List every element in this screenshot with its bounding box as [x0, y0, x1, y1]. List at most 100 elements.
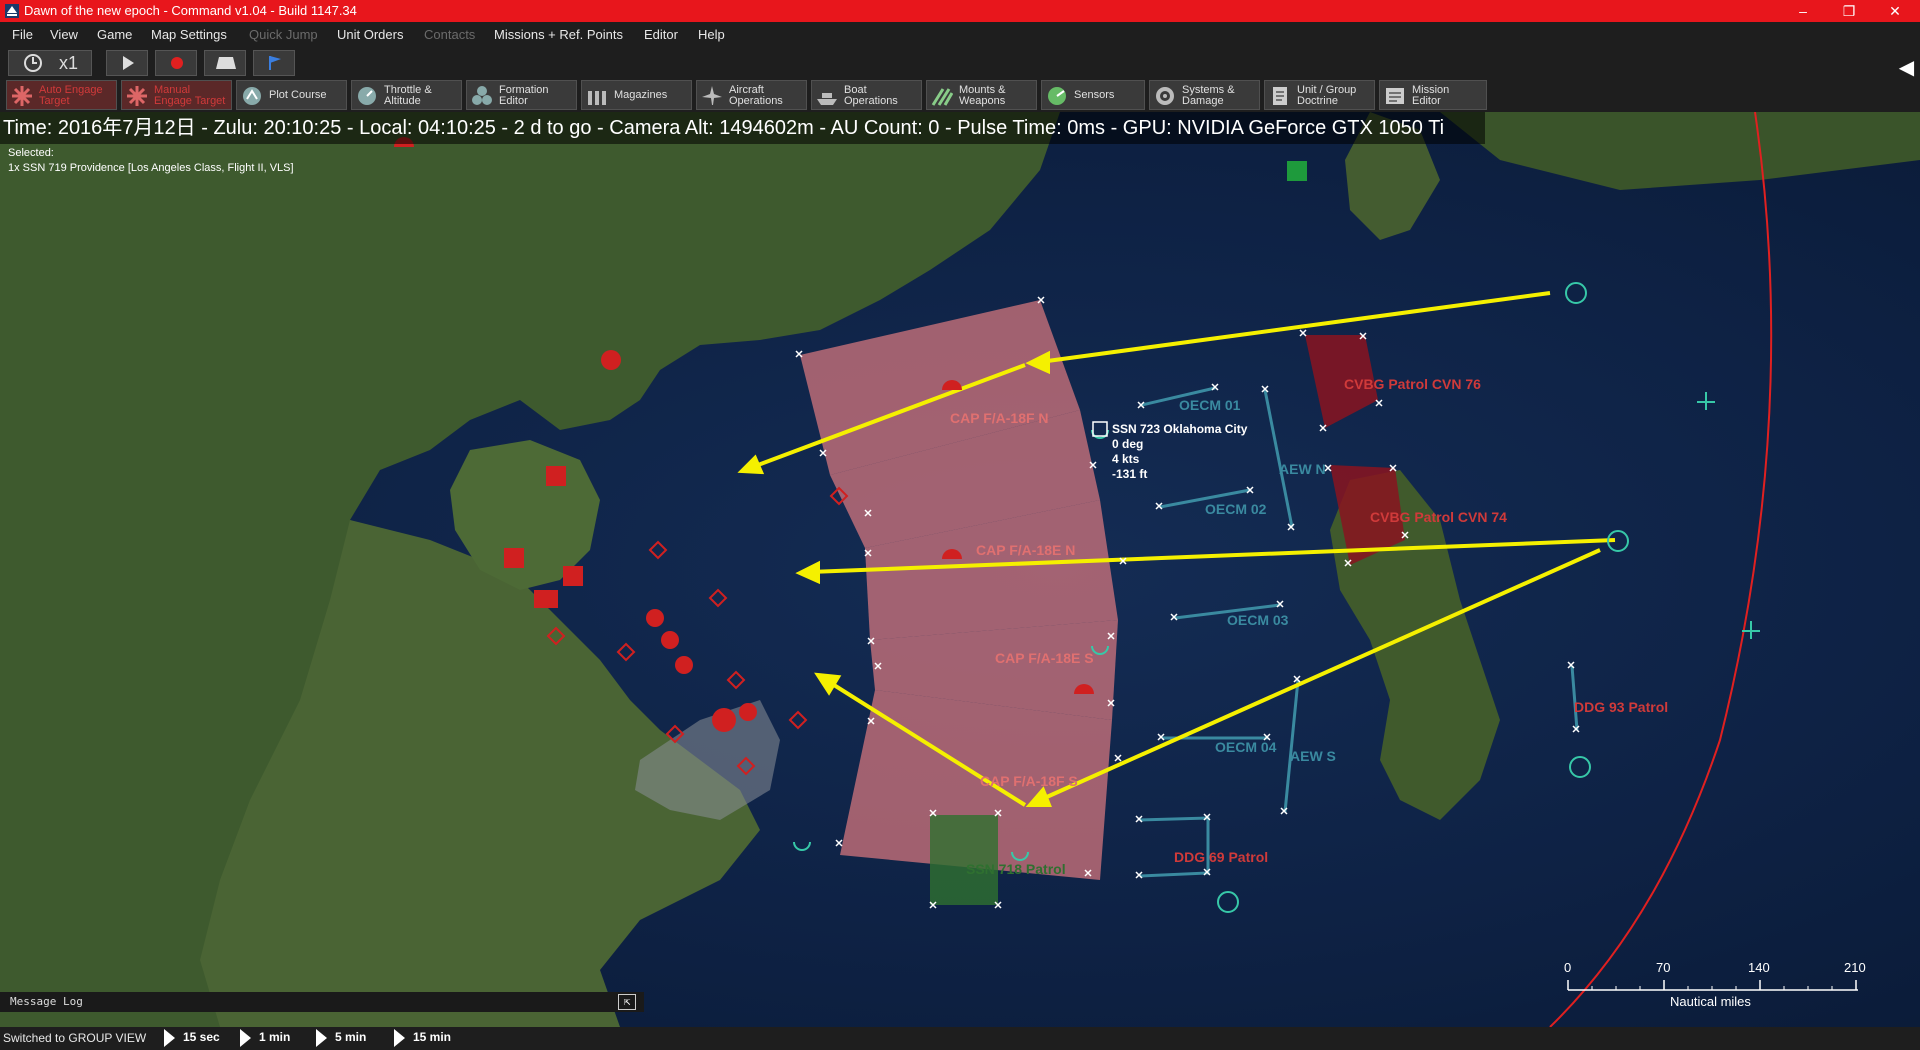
status-line: Time: 2016年7月12日 - Zulu: 20:10:25 - Loca… [0, 112, 1485, 144]
time-step-15min[interactable]: 15 min [394, 1029, 451, 1048]
restore-button[interactable]: ❐ [1826, 0, 1872, 22]
waypoint[interactable] [1375, 399, 1383, 407]
scale-tick-140: 140 [1748, 960, 1770, 975]
menu-contacts[interactable]: Contacts [424, 27, 475, 42]
auto-engage-button[interactable]: Auto Engage Target [6, 80, 117, 110]
waypoint[interactable] [795, 350, 803, 358]
play-button[interactable] [106, 50, 148, 76]
ddg-93-line [1570, 665, 1579, 731]
message-log-expand-icon[interactable]: ⇱ [618, 994, 636, 1010]
attack-arrow-1 [1039, 291, 1551, 364]
waypoint[interactable] [1037, 296, 1045, 304]
friendly-ship-icon[interactable] [1217, 891, 1239, 913]
time-step-15sec[interactable]: 15 sec [164, 1029, 220, 1048]
play-step-icon [240, 1029, 251, 1047]
oecm-03-label: OECM 03 [1227, 612, 1289, 628]
systems-damage-button[interactable]: Systems & Damage [1149, 80, 1260, 110]
menu-game[interactable]: Game [97, 27, 132, 42]
magazines-button[interactable]: Magazines [581, 80, 692, 110]
hostile-facility-icon[interactable] [712, 708, 736, 732]
time-step-1min[interactable]: 1 min [240, 1029, 290, 1048]
hostile-base-icon[interactable] [563, 566, 583, 586]
friendly-aircraft-icon[interactable] [1697, 392, 1715, 410]
hostile-sam-icon[interactable] [675, 656, 693, 674]
stop-button[interactable] [204, 50, 246, 76]
friendly-base-icon[interactable] [1287, 161, 1307, 181]
selected-label: Selected: [8, 147, 54, 159]
sensors-button[interactable]: Sensors [1041, 80, 1145, 110]
plot-course-button[interactable]: Plot Course [236, 80, 347, 110]
window-title: Dawn of the new epoch - Command v1.04 - … [24, 3, 357, 18]
selected-unit-marker[interactable] [1092, 421, 1108, 437]
waypoint[interactable] [1299, 329, 1307, 337]
ddg-69-label: DDG 69 Patrol [1174, 849, 1269, 865]
friendly-ship-icon[interactable] [1569, 756, 1591, 778]
scale-unit: Nautical miles [1670, 994, 1751, 1009]
message-log-label: Message Log [10, 995, 83, 1008]
close-button[interactable]: ✕ [1872, 0, 1918, 22]
tactical-map[interactable]: CAP F/A-18F N CAP F/A-18E N CAP F/A-18E … [0, 112, 1920, 1027]
flag-button[interactable] [253, 50, 295, 76]
scale-tick-70: 70 [1656, 960, 1671, 975]
friendly-carrier-icon[interactable] [1565, 282, 1587, 304]
arrow-head-2 [795, 560, 820, 585]
selected-info: Selected: 1x SSN 719 Providence [Los Ang… [8, 146, 294, 176]
mission-editor-button[interactable]: Mission Editor [1379, 80, 1487, 110]
hostile-sam-icon[interactable] [646, 609, 664, 627]
time-step-5min[interactable]: 5 min [316, 1029, 366, 1048]
aircraft-operations-button[interactable]: Aircraft Operations [696, 80, 807, 110]
menu-help[interactable]: Help [698, 27, 725, 42]
oecm-01-label: OECM 01 [1179, 397, 1241, 413]
formation-icon [472, 86, 492, 105]
menu-quick-jump[interactable]: Quick Jump [249, 27, 318, 42]
hostile-unit-icon[interactable] [726, 670, 746, 690]
hostile-base-icon[interactable] [504, 548, 524, 568]
ddg-93-label: DDG 93 Patrol [1574, 699, 1669, 715]
menu-view[interactable]: View [50, 27, 78, 42]
scale-tick-0: 0 [1564, 960, 1572, 975]
formation-editor-button[interactable]: Formation Editor [466, 80, 577, 110]
doctrine-icon [1273, 87, 1287, 105]
menu-unit-orders[interactable]: Unit Orders [337, 27, 403, 42]
play-step-icon [394, 1029, 405, 1047]
time-compression-button[interactable]: x1 [8, 50, 92, 76]
hostile-sam-icon[interactable] [661, 631, 679, 649]
menu-missions[interactable]: Missions + Ref. Points [494, 27, 623, 42]
friendly-submarine-icon[interactable] [1091, 429, 1109, 439]
waypoint[interactable] [835, 839, 843, 847]
friendly-sub-icon[interactable] [793, 841, 811, 851]
unit-info-popup: SSN 723 Oklahoma City 0 deg 4 kts -131 f… [1112, 422, 1247, 482]
minimize-button[interactable]: – [1780, 0, 1826, 22]
mounts-weapons-button[interactable]: Mounts & Weapons [926, 80, 1037, 110]
hostile-unit-icon[interactable] [648, 540, 668, 560]
ssn-patrol-label: SSN 718 Patrol [966, 861, 1066, 877]
systems-icon [1156, 87, 1174, 105]
play-step-icon [316, 1029, 327, 1047]
hostile-airfield-icon[interactable] [534, 590, 558, 608]
map-scale: 0 70 140 210 Nautical miles [1562, 960, 1866, 1024]
menu-map-settings[interactable]: Map Settings [151, 27, 227, 42]
menu-editor[interactable]: Editor [644, 27, 678, 42]
unit-info-name: SSN 723 Oklahoma City [1112, 422, 1248, 436]
map-canvas[interactable] [0, 112, 1920, 1027]
menu-file[interactable]: File [12, 27, 33, 42]
hostile-facility-icon[interactable] [601, 350, 621, 370]
waypoint[interactable] [1319, 424, 1327, 432]
waypoint[interactable] [1324, 464, 1332, 472]
plot-course-icon [243, 87, 261, 105]
waypoint[interactable] [1114, 754, 1122, 762]
manual-engage-button[interactable]: Manual Engage Target [121, 80, 232, 110]
hostile-unit-icon[interactable] [708, 588, 728, 608]
boat-operations-button[interactable]: Boat Operations [811, 80, 922, 110]
throttle-altitude-button[interactable]: Throttle & Altitude [351, 80, 462, 110]
time-compression-value: x1 [59, 53, 79, 73]
boat-icon [817, 93, 837, 105]
doctrine-button[interactable]: Unit / Group Doctrine [1264, 80, 1375, 110]
record-button[interactable] [155, 50, 197, 76]
hostile-unit-icon[interactable] [616, 642, 636, 662]
message-log[interactable]: Message Log ⇱ [0, 992, 644, 1012]
unit-info-speed: 4 kts [1112, 452, 1140, 466]
hostile-facility-icon[interactable] [739, 703, 757, 721]
hostile-base-icon[interactable] [546, 466, 566, 486]
hostile-unit-icon[interactable] [788, 710, 808, 730]
